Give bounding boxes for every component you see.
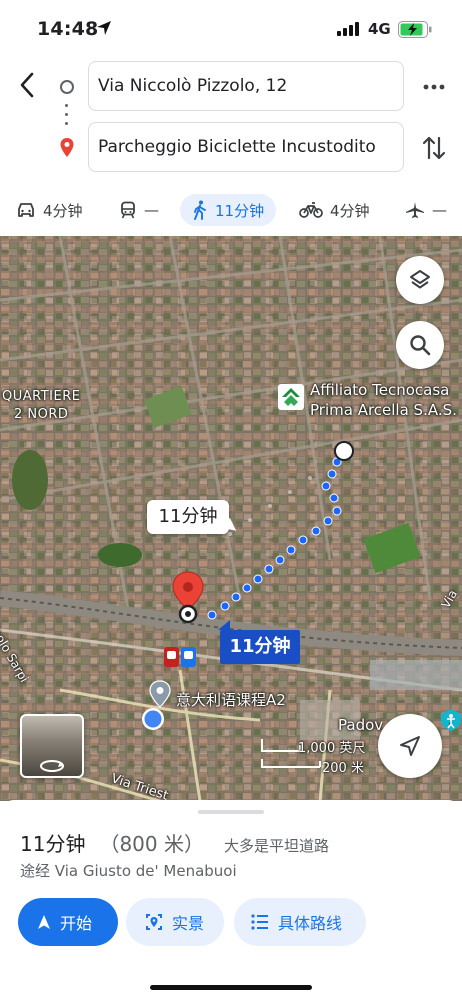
travel-mode-tabs: 4分钟 — 11分钟 4分钟 —: [0, 190, 462, 232]
destination-marker-icon[interactable]: [170, 570, 206, 624]
more-options-icon[interactable]: [420, 78, 448, 96]
train-station-icon: [164, 647, 196, 667]
route-duration-callout[interactable]: 11分钟: [147, 500, 229, 534]
street-view-button[interactable]: 实景: [126, 898, 224, 946]
navigation-arrow-icon: [38, 915, 50, 929]
map-layers-button[interactable]: [396, 256, 444, 304]
district-label-line2: 2 NORD: [14, 407, 69, 422]
list-icon: [251, 914, 268, 930]
map-scale-bar: 1,000 英尺 200 米: [260, 737, 370, 781]
route-terrain-note: 大多是平坦道路: [223, 837, 329, 855]
layers-icon: [410, 270, 430, 289]
recenter-button[interactable]: [378, 714, 442, 778]
origin-input[interactable]: Via Niccolò Pizzolo, 12: [88, 61, 404, 111]
district-label-line1: QUARTIERE: [2, 389, 81, 404]
street-view-thumbnail[interactable]: [20, 714, 84, 778]
bike-icon: [299, 202, 323, 218]
scale-meters: 200 米: [322, 761, 364, 776]
home-indicator[interactable]: [150, 985, 312, 990]
street-view-label: 实景: [172, 914, 205, 933]
tab-walk-label: 11分钟: [215, 201, 265, 220]
destination-input[interactable]: Parcheggio Biciclette Incustodito: [88, 122, 404, 172]
route-via: 途经 Via Giusto de' Menabuoi: [20, 862, 237, 880]
selected-route-badge[interactable]: 11分钟: [218, 620, 300, 664]
real-estate-poi-icon: [278, 384, 304, 410]
swap-direction-icon[interactable]: [421, 134, 447, 162]
search-icon: [410, 335, 431, 356]
navigation-arrow-icon: [400, 736, 420, 756]
cellular-signal-icon: [337, 22, 359, 36]
course-place-label: 意大利语课程A2: [176, 691, 286, 709]
street-view-rotate-icon: [40, 760, 64, 772]
street-view-pin-icon: [146, 914, 162, 930]
tab-transit-label: —: [144, 201, 159, 219]
tab-flight-label: —: [432, 201, 447, 219]
back-arrow-icon[interactable]: [14, 70, 42, 100]
tab-bike[interactable]: 4分钟: [299, 194, 370, 226]
poi-label-line1: Affiliato Tecnocasa: [310, 381, 450, 399]
sheet-drag-handle[interactable]: [198, 810, 264, 814]
train-icon: [121, 201, 135, 219]
origin-circle-icon: [60, 80, 74, 94]
tab-bike-label: 4分钟: [330, 201, 370, 220]
tab-flight[interactable]: —: [405, 194, 447, 226]
route-steps-button[interactable]: 具体路线: [234, 898, 366, 946]
location-arrow-icon: [97, 21, 111, 35]
tab-drive[interactable]: 4分钟: [16, 194, 83, 226]
destination-pin-icon: [60, 138, 74, 157]
start-label: 开始: [60, 914, 93, 933]
tab-transit[interactable]: —: [119, 194, 159, 226]
status-bar: 14:48 4G: [0, 0, 462, 58]
route-summary: 11分钟 （800 米） 大多是平坦道路: [20, 828, 329, 857]
plane-icon: [406, 202, 424, 218]
poi-label-line2: Prima Arcella S.A.S.: [310, 401, 457, 419]
battery-charging-icon: [398, 21, 432, 38]
route-steps-label: 具体路线: [278, 914, 343, 933]
status-time: 14:48: [37, 18, 99, 40]
route-duration: 11分钟: [20, 832, 86, 856]
tab-walk[interactable]: 11分钟: [180, 194, 277, 226]
route-dots-icon: [65, 104, 69, 126]
walk-icon: [194, 200, 206, 220]
scale-feet: 1,000 英尺: [298, 741, 366, 756]
my-location-dot-icon: [142, 708, 164, 730]
network-type: 4G: [368, 20, 391, 38]
tab-drive-label: 4分钟: [43, 201, 83, 220]
car-icon: [18, 203, 34, 217]
start-navigation-button[interactable]: 开始: [18, 898, 118, 946]
saved-place-pin-icon: [149, 680, 171, 708]
accessibility-icon: [441, 709, 461, 731]
route-distance: （800 米）: [99, 832, 204, 856]
search-along-route-button[interactable]: [396, 321, 444, 369]
city-label: Padov: [338, 716, 384, 734]
map-view[interactable]: Affiliato Tecnocasa Prima Arcella S.A.S.…: [0, 236, 462, 801]
